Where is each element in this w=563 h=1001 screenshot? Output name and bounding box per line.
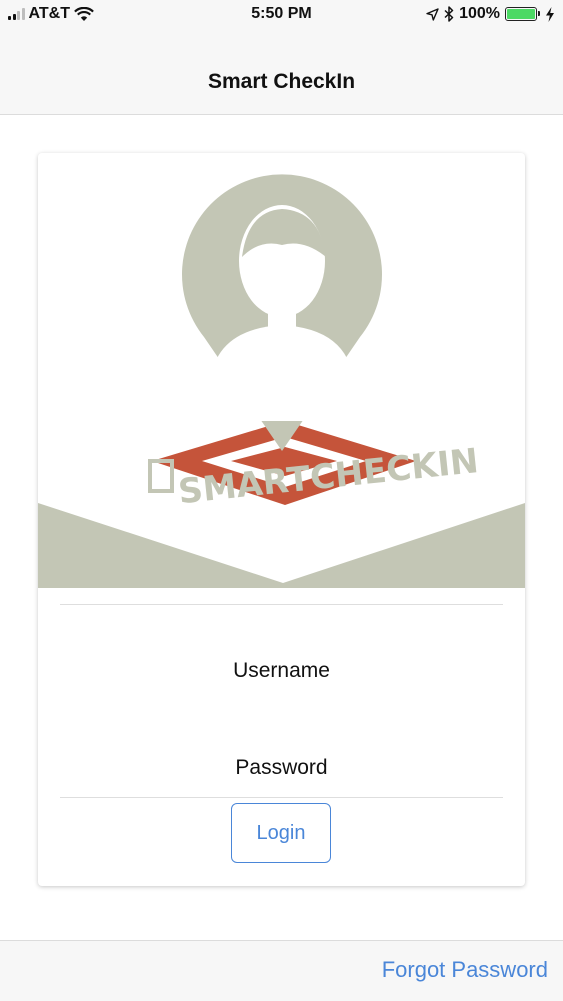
divider-bottom — [60, 797, 503, 798]
location-arrow-icon — [426, 7, 439, 21]
status-bar: AT&T 5:50 PM 100% — [0, 0, 563, 30]
password-field[interactable]: Password — [38, 756, 525, 780]
bottom-toolbar: Forgot Password — [0, 940, 563, 1001]
forgot-password-link[interactable]: Forgot Password — [382, 957, 548, 983]
charging-bolt-icon — [546, 6, 554, 22]
battery-icon — [505, 7, 540, 21]
status-right: 100% — [426, 5, 555, 23]
smart-checkin-logo: SMARTCHECKIN — [38, 153, 525, 588]
bluetooth-icon — [444, 6, 454, 22]
battery-percent: 100% — [459, 5, 500, 22]
navigation-bar: Smart CheckIn — [0, 30, 563, 115]
page-title: Smart CheckIn — [207, 70, 356, 93]
battery-level — [507, 9, 535, 19]
divider-top — [60, 604, 503, 605]
logo-image: SMARTCHECKIN — [38, 174, 525, 588]
username-field[interactable]: Username — [38, 659, 525, 683]
login-card: SMARTCHECKIN Username Password Login — [38, 153, 525, 886]
login-button[interactable]: Login — [231, 803, 331, 863]
